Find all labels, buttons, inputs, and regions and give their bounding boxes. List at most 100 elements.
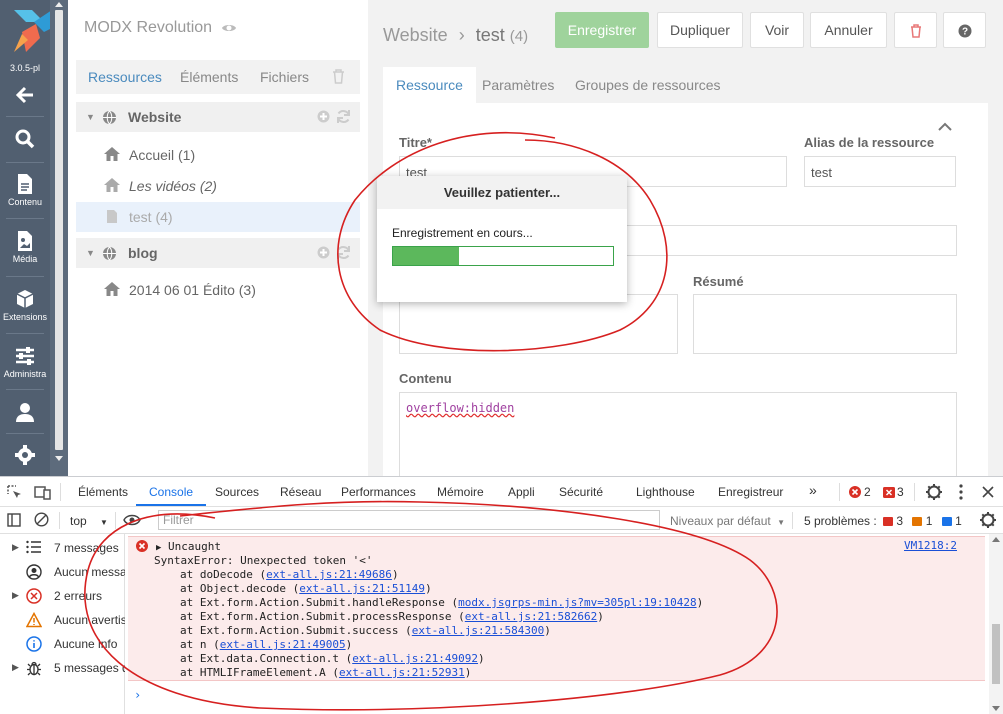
modx-logo[interactable] xyxy=(14,10,52,52)
nav-media-button[interactable]: Média xyxy=(0,230,50,264)
search-button[interactable] xyxy=(0,128,50,152)
user-menu-button[interactable] xyxy=(0,401,50,425)
eye-icon[interactable] xyxy=(221,22,237,34)
levels-dropdown[interactable]: Niveaux par défaut ▼ xyxy=(670,514,785,528)
issue-count[interactable]: 3 xyxy=(897,485,904,499)
tab-elements[interactable]: Éléments xyxy=(180,69,238,85)
description-input[interactable] xyxy=(399,294,678,354)
resource-tree-panel: MODX Revolution Ressources Éléments Fich… xyxy=(68,0,368,476)
stack-frame-link[interactable]: ext-all.js:21:582662 xyxy=(465,610,597,623)
breadcrumb-parent[interactable]: Website xyxy=(383,25,448,45)
stack-frame-link[interactable]: ext-all.js:21:49092 xyxy=(352,652,478,665)
duplicate-button[interactable]: Dupliquer xyxy=(657,12,743,48)
add-icon[interactable] xyxy=(317,246,330,259)
view-button[interactable]: Voir xyxy=(750,12,804,48)
nav-scrollbar[interactable] xyxy=(50,0,68,476)
help-button[interactable]: ? xyxy=(943,12,986,48)
tree-item-edito[interactable]: 2014 06 01 Édito (3) xyxy=(76,275,360,305)
save-button[interactable]: Enregistrer xyxy=(555,12,649,48)
tree-item-home[interactable]: Accueil (1) xyxy=(76,140,360,170)
refresh-icon[interactable] xyxy=(336,245,351,260)
problems-button[interactable]: 5 problèmes : 3 1 1 xyxy=(804,514,962,528)
content-label: Contenu xyxy=(399,371,452,386)
refresh-icon[interactable] xyxy=(336,109,351,124)
content-editor[interactable]: overflow:hidden xyxy=(399,392,957,482)
error-source-link[interactable]: VM1218:2 xyxy=(904,539,957,552)
close-icon[interactable] xyxy=(982,486,994,498)
devtools-tab-application[interactable]: Appli xyxy=(508,485,535,499)
tree-item-test[interactable]: test (4) xyxy=(76,202,360,232)
arrow-left-icon xyxy=(15,86,33,104)
sidebar-item-warnings[interactable]: Aucun avertissement xyxy=(0,608,125,632)
nav-content-button[interactable]: Contenu xyxy=(0,173,50,207)
stack-frame-link[interactable]: ext-all.js:21:51149 xyxy=(299,582,425,595)
devtools-tab-sources[interactable]: Sources xyxy=(215,485,259,499)
tree-item-label: test (4) xyxy=(129,209,173,225)
gear-icon[interactable] xyxy=(980,512,996,528)
stack-frame-link[interactable]: ext-all.js:21:49005 xyxy=(220,638,346,651)
tab-resource[interactable]: Ressource xyxy=(383,67,476,104)
sidebar-item-label: Aucun avertissement xyxy=(54,613,125,627)
trash-icon[interactable] xyxy=(332,69,345,84)
inspect-icon[interactable] xyxy=(7,485,22,500)
console-prompt[interactable]: › xyxy=(134,688,141,702)
context-selector[interactable]: top ▼ xyxy=(70,514,108,528)
error-message[interactable]: ▶ Uncaught VM1218:2 SyntaxError: Unexpec… xyxy=(128,536,985,681)
stack-frame-function: at n ( xyxy=(180,638,220,651)
user-icon xyxy=(16,403,34,422)
back-button[interactable] xyxy=(0,84,50,108)
tree-item-videos[interactable]: Les vidéos (2) xyxy=(76,171,360,201)
caret-down-icon[interactable]: ▼ xyxy=(86,248,95,258)
sidebar-item-verbose[interactable]: ▶ 5 messages détaillés xyxy=(0,656,125,680)
more-tabs-icon[interactable]: » xyxy=(809,482,817,498)
summary-input[interactable] xyxy=(693,294,957,354)
kebab-menu-icon[interactable] xyxy=(959,484,963,500)
sidebar-toggle-icon[interactable] xyxy=(7,513,21,527)
console-scrollbar[interactable] xyxy=(989,534,1003,714)
tab-resource-groups[interactable]: Groupes de ressources xyxy=(575,77,721,93)
sidebar-item-messages[interactable]: ▶ 7 messages xyxy=(0,536,125,560)
tree-item-label: Accueil (1) xyxy=(129,147,196,163)
devtools-tab-performance[interactable]: Performances xyxy=(341,485,416,499)
alias-input[interactable]: test xyxy=(804,156,956,187)
add-icon[interactable] xyxy=(317,110,330,123)
eye-icon[interactable] xyxy=(123,514,141,526)
stack-frame-end: ) xyxy=(696,596,704,609)
devtools-tab-console[interactable]: Console xyxy=(149,485,193,499)
context-blog[interactable]: ▼ blog xyxy=(76,238,360,268)
clear-console-icon[interactable] xyxy=(34,512,49,527)
devtools-tab-security[interactable]: Sécurité xyxy=(559,485,603,499)
caret-down-icon[interactable]: ▼ xyxy=(86,112,95,122)
settings-button[interactable] xyxy=(0,444,50,468)
delete-button[interactable] xyxy=(894,12,937,48)
devtools-tab-recorder[interactable]: Enregistreur xyxy=(718,485,783,499)
sidebar-item-user-messages[interactable]: Aucun message utilisateur xyxy=(0,560,125,584)
devtools-tab-elements[interactable]: Éléments xyxy=(78,485,128,499)
cancel-button[interactable]: Annuler xyxy=(810,12,887,48)
devtools-tab-lighthouse[interactable]: Lighthouse xyxy=(636,485,695,499)
nav-extensions-button[interactable]: Extensions xyxy=(0,288,50,322)
error-header[interactable]: ▶ Uncaught xyxy=(156,540,221,553)
gear-icon[interactable] xyxy=(926,484,942,500)
active-tab-indicator xyxy=(136,504,206,506)
sidebar-item-info[interactable]: Aucune info xyxy=(0,632,125,656)
stack-frame-link[interactable]: modx.jsgrps-min.js?mv=305pl:19:10428 xyxy=(458,596,696,609)
error-count[interactable]: 2 xyxy=(864,485,871,499)
stack-frame-link[interactable]: ext-all.js:21:584300 xyxy=(412,624,544,637)
sidebar-item-errors[interactable]: ▶ 2 erreurs xyxy=(0,584,125,608)
stack-frame-link[interactable]: ext-all.js:21:52931 xyxy=(339,666,465,679)
bug-icon xyxy=(27,661,41,676)
stack-frame-link[interactable]: ext-all.js:21:49686 xyxy=(266,568,392,581)
devtools-tab-network[interactable]: Réseau xyxy=(280,485,321,499)
filter-input[interactable]: Filtrer xyxy=(158,510,660,530)
context-website[interactable]: ▼ Website xyxy=(76,102,360,132)
device-toolbar-icon[interactable] xyxy=(34,485,51,500)
tab-resources[interactable]: Ressources xyxy=(88,69,162,85)
chevron-up-icon[interactable] xyxy=(938,122,952,131)
stack-frame-function: at Ext.form.Action.Submit.processRespons… xyxy=(180,610,465,623)
tab-settings[interactable]: Paramètres xyxy=(482,77,554,93)
site-name[interactable]: MODX Revolution xyxy=(84,19,237,37)
nav-admin-button[interactable]: Administra xyxy=(0,345,50,379)
tab-files[interactable]: Fichiers xyxy=(260,69,309,85)
devtools-tab-memory[interactable]: Mémoire xyxy=(437,485,484,499)
